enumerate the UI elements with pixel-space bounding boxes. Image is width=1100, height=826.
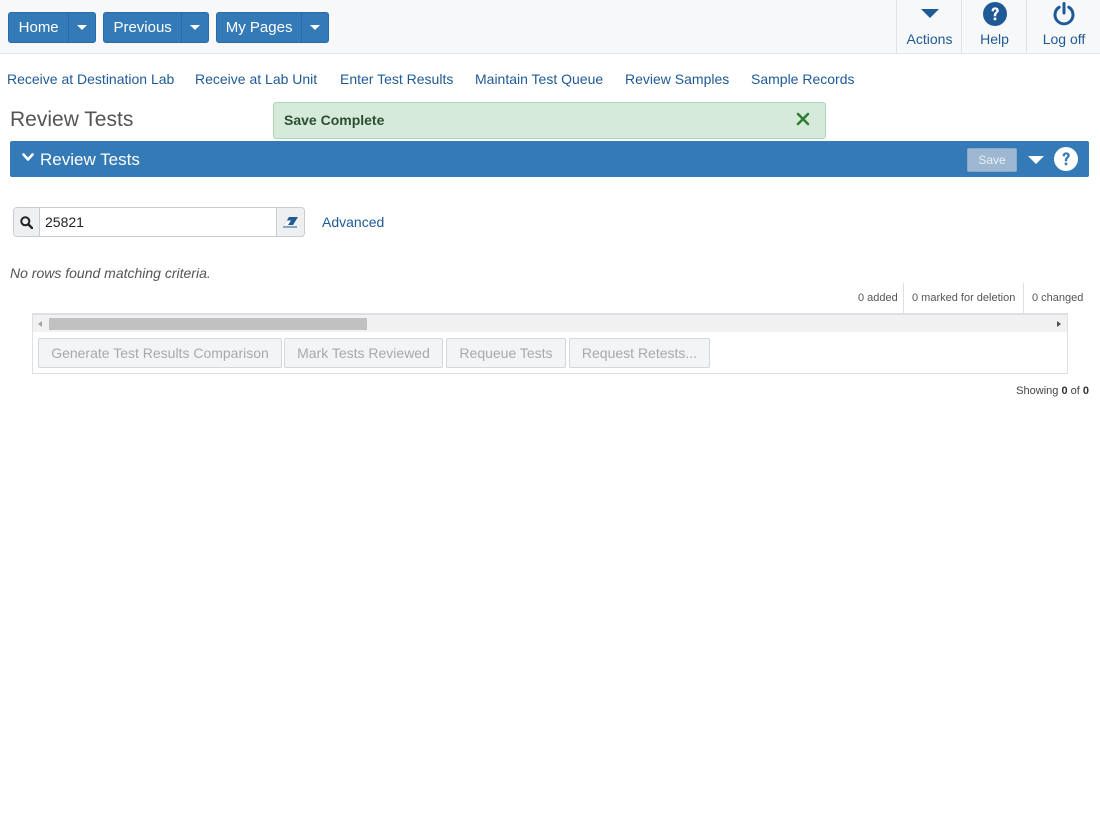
clear-search-button[interactable] (276, 208, 304, 236)
page-title: Review Tests (10, 108, 134, 131)
showing-label: Showing (1016, 385, 1059, 397)
scroll-right-icon[interactable] (1057, 321, 1061, 327)
caret-down-icon (920, 9, 939, 18)
chevron-down-icon[interactable] (22, 153, 34, 162)
mark-reviewed-button[interactable]: Mark Tests Reviewed (284, 338, 443, 368)
panel-title[interactable]: Review Tests (40, 150, 140, 170)
link-sample-records[interactable]: Sample Records (751, 71, 855, 87)
previous-dropdown-button[interactable] (181, 13, 208, 42)
actions-menu-button[interactable]: Actions (896, 0, 962, 53)
paging-summary: Showing 0 of 0 (1016, 385, 1089, 397)
help-label: Help (980, 31, 1009, 47)
added-count: 0 added (858, 292, 898, 304)
close-icon[interactable] (796, 112, 810, 126)
logoff-button[interactable]: Log off (1026, 0, 1100, 53)
deletion-count: 0 marked for deletion (912, 292, 1016, 304)
link-receive-lab-unit[interactable]: Receive at Lab Unit (195, 71, 317, 87)
request-retests-button[interactable]: Request Retests... (569, 338, 710, 368)
results-grid: Generate Test Results Comparison Mark Te… (32, 313, 1068, 374)
changed-count: 0 changed (1032, 292, 1084, 304)
scrollbar-thumb[interactable] (49, 318, 367, 330)
mypages-button[interactable]: My Pages (217, 13, 301, 42)
actions-label: Actions (906, 31, 953, 47)
home-button[interactable]: Home (9, 13, 68, 42)
home-dropdown-button[interactable] (68, 13, 95, 42)
eraser-icon (282, 217, 298, 228)
requeue-tests-button[interactable]: Requeue Tests (446, 338, 566, 368)
top-toolbar: Home Previous My Pages Actions Help Log … (0, 0, 1100, 54)
previous-button[interactable]: Previous (104, 13, 181, 42)
divider (1023, 283, 1024, 313)
mypages-split-button: My Pages (216, 12, 329, 43)
save-complete-notification: Save Complete (273, 102, 826, 139)
link-receive-destination-lab[interactable]: Receive at Destination Lab (7, 71, 174, 87)
horizontal-scrollbar[interactable] (33, 315, 1067, 332)
caret-down-icon[interactable] (1028, 156, 1044, 164)
help-button[interactable]: Help (961, 0, 1027, 53)
showing-count: 0 (1061, 385, 1068, 397)
link-review-samples[interactable]: Review Samples (625, 71, 729, 87)
chevron-down-icon (190, 25, 201, 30)
mypages-dropdown-button[interactable] (301, 13, 328, 42)
search-icon-box[interactable] (14, 208, 40, 236)
save-button[interactable]: Save (967, 148, 1017, 172)
search-box (13, 207, 305, 237)
advanced-search-link[interactable]: Advanced (322, 214, 384, 230)
power-icon (1053, 2, 1075, 26)
search-input[interactable] (45, 212, 275, 232)
of-label: of (1070, 385, 1080, 397)
link-maintain-test-queue[interactable]: Maintain Test Queue (475, 71, 603, 87)
chevron-down-icon (77, 25, 88, 30)
empty-message: No rows found matching criteria. (10, 265, 211, 281)
generate-comparison-button[interactable]: Generate Test Results Comparison (38, 338, 282, 368)
change-stats: 0 added 0 marked for deletion 0 changed (840, 283, 1090, 313)
search-icon (20, 215, 33, 229)
divider (903, 283, 904, 313)
previous-split-button: Previous (103, 12, 209, 43)
question-circle-icon (982, 2, 1007, 26)
logoff-label: Log off (1042, 31, 1086, 47)
scroll-left-icon[interactable] (38, 321, 42, 327)
link-enter-test-results[interactable]: Enter Test Results (340, 71, 453, 87)
total-count: 0 (1082, 385, 1089, 397)
question-circle-icon[interactable] (1054, 147, 1078, 171)
review-tests-panel-header: Review Tests Save (10, 141, 1089, 177)
notification-message: Save Complete (284, 112, 385, 128)
home-split-button: Home (8, 12, 96, 43)
chevron-down-icon (310, 25, 321, 30)
